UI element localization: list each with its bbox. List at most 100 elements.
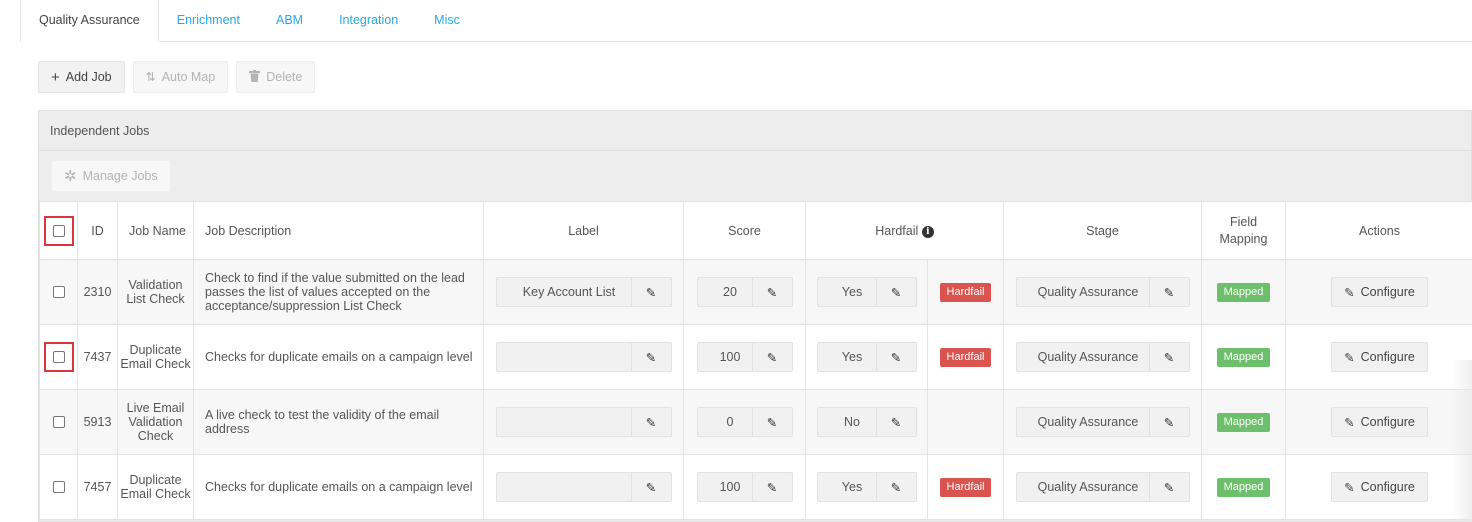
score-editor[interactable]: 0 ✎ — [696, 407, 793, 437]
manage-jobs-label: Manage Jobs — [82, 169, 158, 183]
independent-jobs-panel: Independent Jobs ✲ Manage Jobs ID Job Na… — [38, 110, 1472, 522]
hardfail-editor[interactable]: Yes ✎ — [816, 342, 917, 372]
delete-button[interactable]: Delete — [236, 61, 316, 93]
configure-button[interactable]: ✎ Configure — [1331, 472, 1428, 502]
stage-editor[interactable]: Quality Assurance ✎ — [1015, 277, 1190, 307]
row-checkbox[interactable] — [52, 286, 65, 298]
header-stage: Stage — [1003, 201, 1202, 260]
label-value: Key Account List — [522, 285, 616, 299]
tab-misc[interactable]: Misc — [416, 0, 478, 41]
pencil-icon: ✎ — [1344, 285, 1355, 300]
select-all-checkbox[interactable] — [52, 224, 65, 237]
scroll-shadow — [1452, 360, 1472, 522]
label-editor[interactable]: ✎ — [495, 407, 672, 437]
jobs-table: ID Job Name Job Description Label Score … — [39, 201, 1472, 520]
score-editor[interactable]: 100 ✎ — [696, 342, 793, 372]
configure-button[interactable]: ✎ Configure — [1331, 342, 1428, 372]
mapped-badge: Mapped — [1216, 412, 1271, 432]
hardfail-badge: Hardfail — [939, 477, 992, 497]
hardfail-value: Yes — [841, 285, 863, 299]
hardfail-editor[interactable]: No ✎ — [816, 407, 917, 437]
select-all-highlight — [43, 215, 74, 246]
header-actions: Actions — [1285, 201, 1472, 260]
pencil-icon: ✎ — [1344, 350, 1355, 365]
score-value: 100 — [719, 480, 741, 494]
pencil-icon[interactable]: ✎ — [1148, 408, 1189, 436]
table-header-row: ID Job Name Job Description Label Score … — [39, 201, 1472, 260]
panel-tools: ✲ Manage Jobs — [39, 151, 1471, 201]
header-score: Score — [683, 201, 806, 260]
configure-label: Configure — [1360, 285, 1415, 299]
row-id: 7457 — [77, 454, 118, 520]
table-row: 5913 Live Email Validation Check A live … — [39, 389, 1472, 455]
tab-enrichment[interactable]: Enrichment — [159, 0, 258, 41]
hardfail-editor[interactable]: Yes ✎ — [816, 277, 917, 307]
score-editor[interactable]: 100 ✎ — [696, 472, 793, 502]
hardfail-value: Yes — [841, 350, 863, 364]
manage-jobs-button[interactable]: ✲ Manage Jobs — [51, 160, 171, 192]
trash-icon — [249, 69, 261, 85]
pencil-icon[interactable]: ✎ — [1148, 473, 1189, 501]
hardfail-value: No — [844, 415, 860, 429]
table-row: 7437 Duplicate Email Check Checks for du… — [39, 324, 1472, 390]
row-job-description: Checks for duplicate emails on a campaig… — [193, 454, 484, 520]
auto-map-button[interactable]: ⇅ Auto Map — [132, 61, 229, 93]
row-checkbox[interactable] — [52, 481, 65, 493]
hardfail-value: Yes — [841, 480, 863, 494]
tab-abm[interactable]: ABM — [258, 0, 321, 41]
plus-icon: + — [51, 68, 60, 86]
pencil-icon[interactable]: ✎ — [1148, 278, 1189, 306]
gear-icon: ✲ — [64, 167, 77, 185]
pencil-icon[interactable]: ✎ — [630, 473, 671, 501]
label-editor[interactable]: ✎ — [495, 472, 672, 502]
pencil-icon[interactable]: ✎ — [875, 473, 916, 501]
mapped-badge: Mapped — [1216, 282, 1271, 302]
pencil-icon[interactable]: ✎ — [630, 278, 671, 306]
score-editor[interactable]: 20 ✎ — [696, 277, 793, 307]
pencil-icon[interactable]: ✎ — [630, 343, 671, 371]
stage-editor[interactable]: Quality Assurance ✎ — [1015, 342, 1190, 372]
header-job-description: Job Description — [193, 201, 484, 260]
pencil-icon[interactable]: ✎ — [875, 408, 916, 436]
pencil-icon[interactable]: ✎ — [630, 408, 671, 436]
mapped-badge: Mapped — [1216, 347, 1271, 367]
stage-value: Quality Assurance — [1037, 415, 1139, 429]
pencil-icon: ✎ — [1344, 415, 1355, 430]
pencil-icon[interactable]: ✎ — [875, 343, 916, 371]
stage-value: Quality Assurance — [1037, 285, 1139, 299]
pencil-icon[interactable]: ✎ — [751, 343, 792, 371]
header-field-mapping-label: Field Mapping — [1219, 214, 1268, 246]
header-hardfail: Hardfail i — [805, 201, 1004, 260]
row-checkbox[interactable] — [52, 416, 65, 428]
label-editor[interactable]: ✎ — [495, 342, 672, 372]
label-editor[interactable]: Key Account List ✎ — [495, 277, 672, 307]
tab-quality-assurance[interactable]: Quality Assurance — [20, 0, 159, 42]
info-icon[interactable]: i — [921, 225, 934, 238]
pencil-icon[interactable]: ✎ — [751, 408, 792, 436]
pencil-icon[interactable]: ✎ — [751, 278, 792, 306]
row-checkbox[interactable] — [52, 351, 65, 363]
pencil-icon: ✎ — [1344, 480, 1355, 495]
add-job-button[interactable]: + Add Job — [38, 61, 125, 93]
header-hardfail-label: Hardfail — [875, 223, 919, 238]
row-job-name: Duplicate Email Check — [117, 324, 194, 390]
pencil-icon[interactable]: ✎ — [875, 278, 916, 306]
pencil-icon[interactable]: ✎ — [751, 473, 792, 501]
configure-button[interactable]: ✎ Configure — [1331, 277, 1428, 307]
header-label: Label — [483, 201, 684, 260]
header-field-mapping: Field Mapping — [1201, 201, 1286, 260]
row-job-name: Duplicate Email Check — [117, 454, 194, 520]
row-job-description: Check to find if the value submitted on … — [193, 259, 484, 325]
stage-editor[interactable]: Quality Assurance ✎ — [1015, 407, 1190, 437]
pencil-icon[interactable]: ✎ — [1148, 343, 1189, 371]
row-id: 7437 — [77, 324, 118, 390]
stage-editor[interactable]: Quality Assurance ✎ — [1015, 472, 1190, 502]
score-value: 0 — [726, 415, 734, 429]
tab-bar: Quality Assurance Enrichment ABM Integra… — [20, 0, 1472, 42]
hardfail-editor[interactable]: Yes ✎ — [816, 472, 917, 502]
panel-title: Independent Jobs — [39, 111, 1471, 151]
configure-button[interactable]: ✎ Configure — [1331, 407, 1428, 437]
row-checkbox-highlight — [43, 342, 74, 372]
tab-integration[interactable]: Integration — [321, 0, 416, 41]
add-job-label: Add Job — [65, 70, 112, 84]
